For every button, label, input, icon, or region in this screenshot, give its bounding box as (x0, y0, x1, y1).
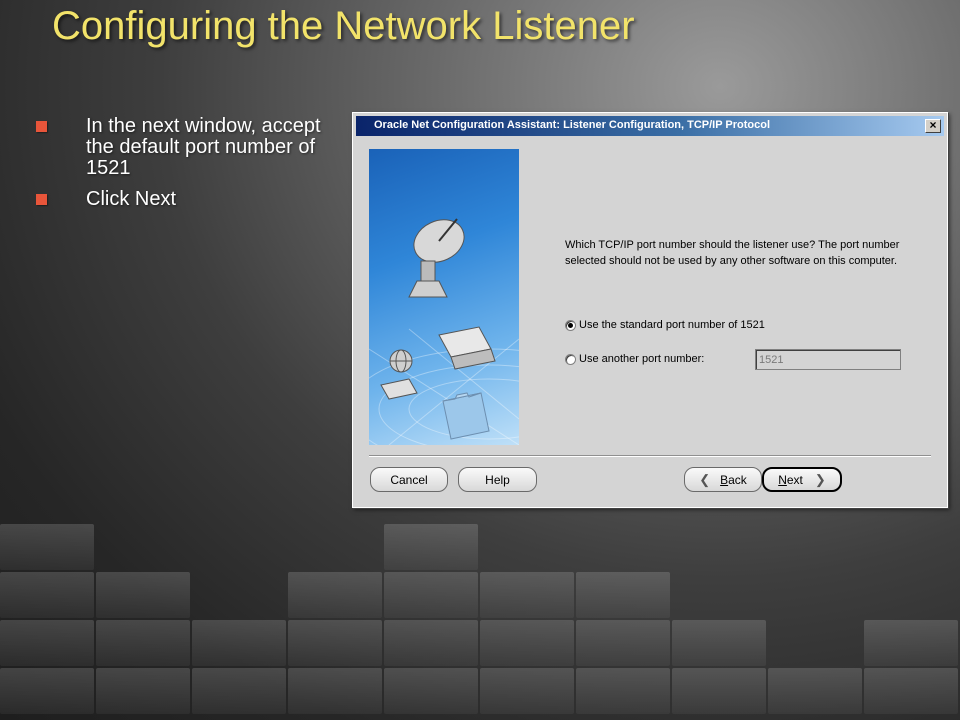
port-question-text: Which TCP/IP port number should the list… (565, 239, 900, 267)
help-label: Help (485, 472, 510, 487)
back-accelerator: B (720, 472, 729, 487)
bullet-list: In the next window, accept the default p… (32, 116, 342, 220)
close-button[interactable]: × (925, 119, 941, 133)
chevron-left-icon: ❮ (699, 471, 711, 487)
port-number-input[interactable] (755, 349, 901, 370)
back-label: ack (728, 472, 747, 487)
radio-standard-port[interactable] (565, 319, 576, 331)
dialog-title: Oracle Net Configuration Assistant: List… (374, 119, 771, 131)
standard-port-option[interactable]: Use the standard port number of 1521 (565, 319, 765, 331)
bullet-item: Click Next (32, 189, 342, 210)
cancel-label: Cancel (390, 472, 428, 487)
wizard-illustration (369, 149, 519, 445)
dialog-titlebar[interactable]: Oracle Net Configuration Assistant: List… (356, 116, 944, 136)
computer-icon (438, 326, 496, 370)
next-label: ext (786, 472, 803, 487)
satellite-dish-icon (408, 218, 465, 298)
another-port-option[interactable]: Use another port number: (565, 353, 704, 365)
bullet-marker (36, 121, 47, 132)
cancel-button[interactable]: Cancel (370, 467, 448, 492)
radio-label: Use the standard port number of 1521 (579, 319, 765, 331)
bullet-marker (36, 194, 47, 205)
folder-icon (442, 392, 490, 440)
chevron-right-icon: ❯ (814, 471, 826, 487)
bullet-item: In the next window, accept the default p… (32, 116, 342, 179)
button-separator (369, 455, 931, 457)
globe-icon (389, 349, 413, 373)
slide-title: Configuring the Network Listener (52, 4, 635, 48)
next-accelerator: N (778, 472, 787, 487)
next-button[interactable]: Next ❯ (762, 467, 842, 492)
bullet-text: Click Next (86, 188, 177, 210)
radio-label: Use another port number: (579, 353, 705, 365)
close-icon: × (929, 118, 937, 132)
radio-another-port[interactable] (565, 353, 576, 365)
laptop-icon (380, 378, 418, 400)
help-button[interactable]: Help (458, 467, 537, 492)
listener-config-dialog: Oracle Net Configuration Assistant: List… (352, 112, 948, 508)
back-button[interactable]: ❮ Back (684, 467, 762, 492)
bullet-text: In the next window, accept the default p… (86, 115, 321, 179)
